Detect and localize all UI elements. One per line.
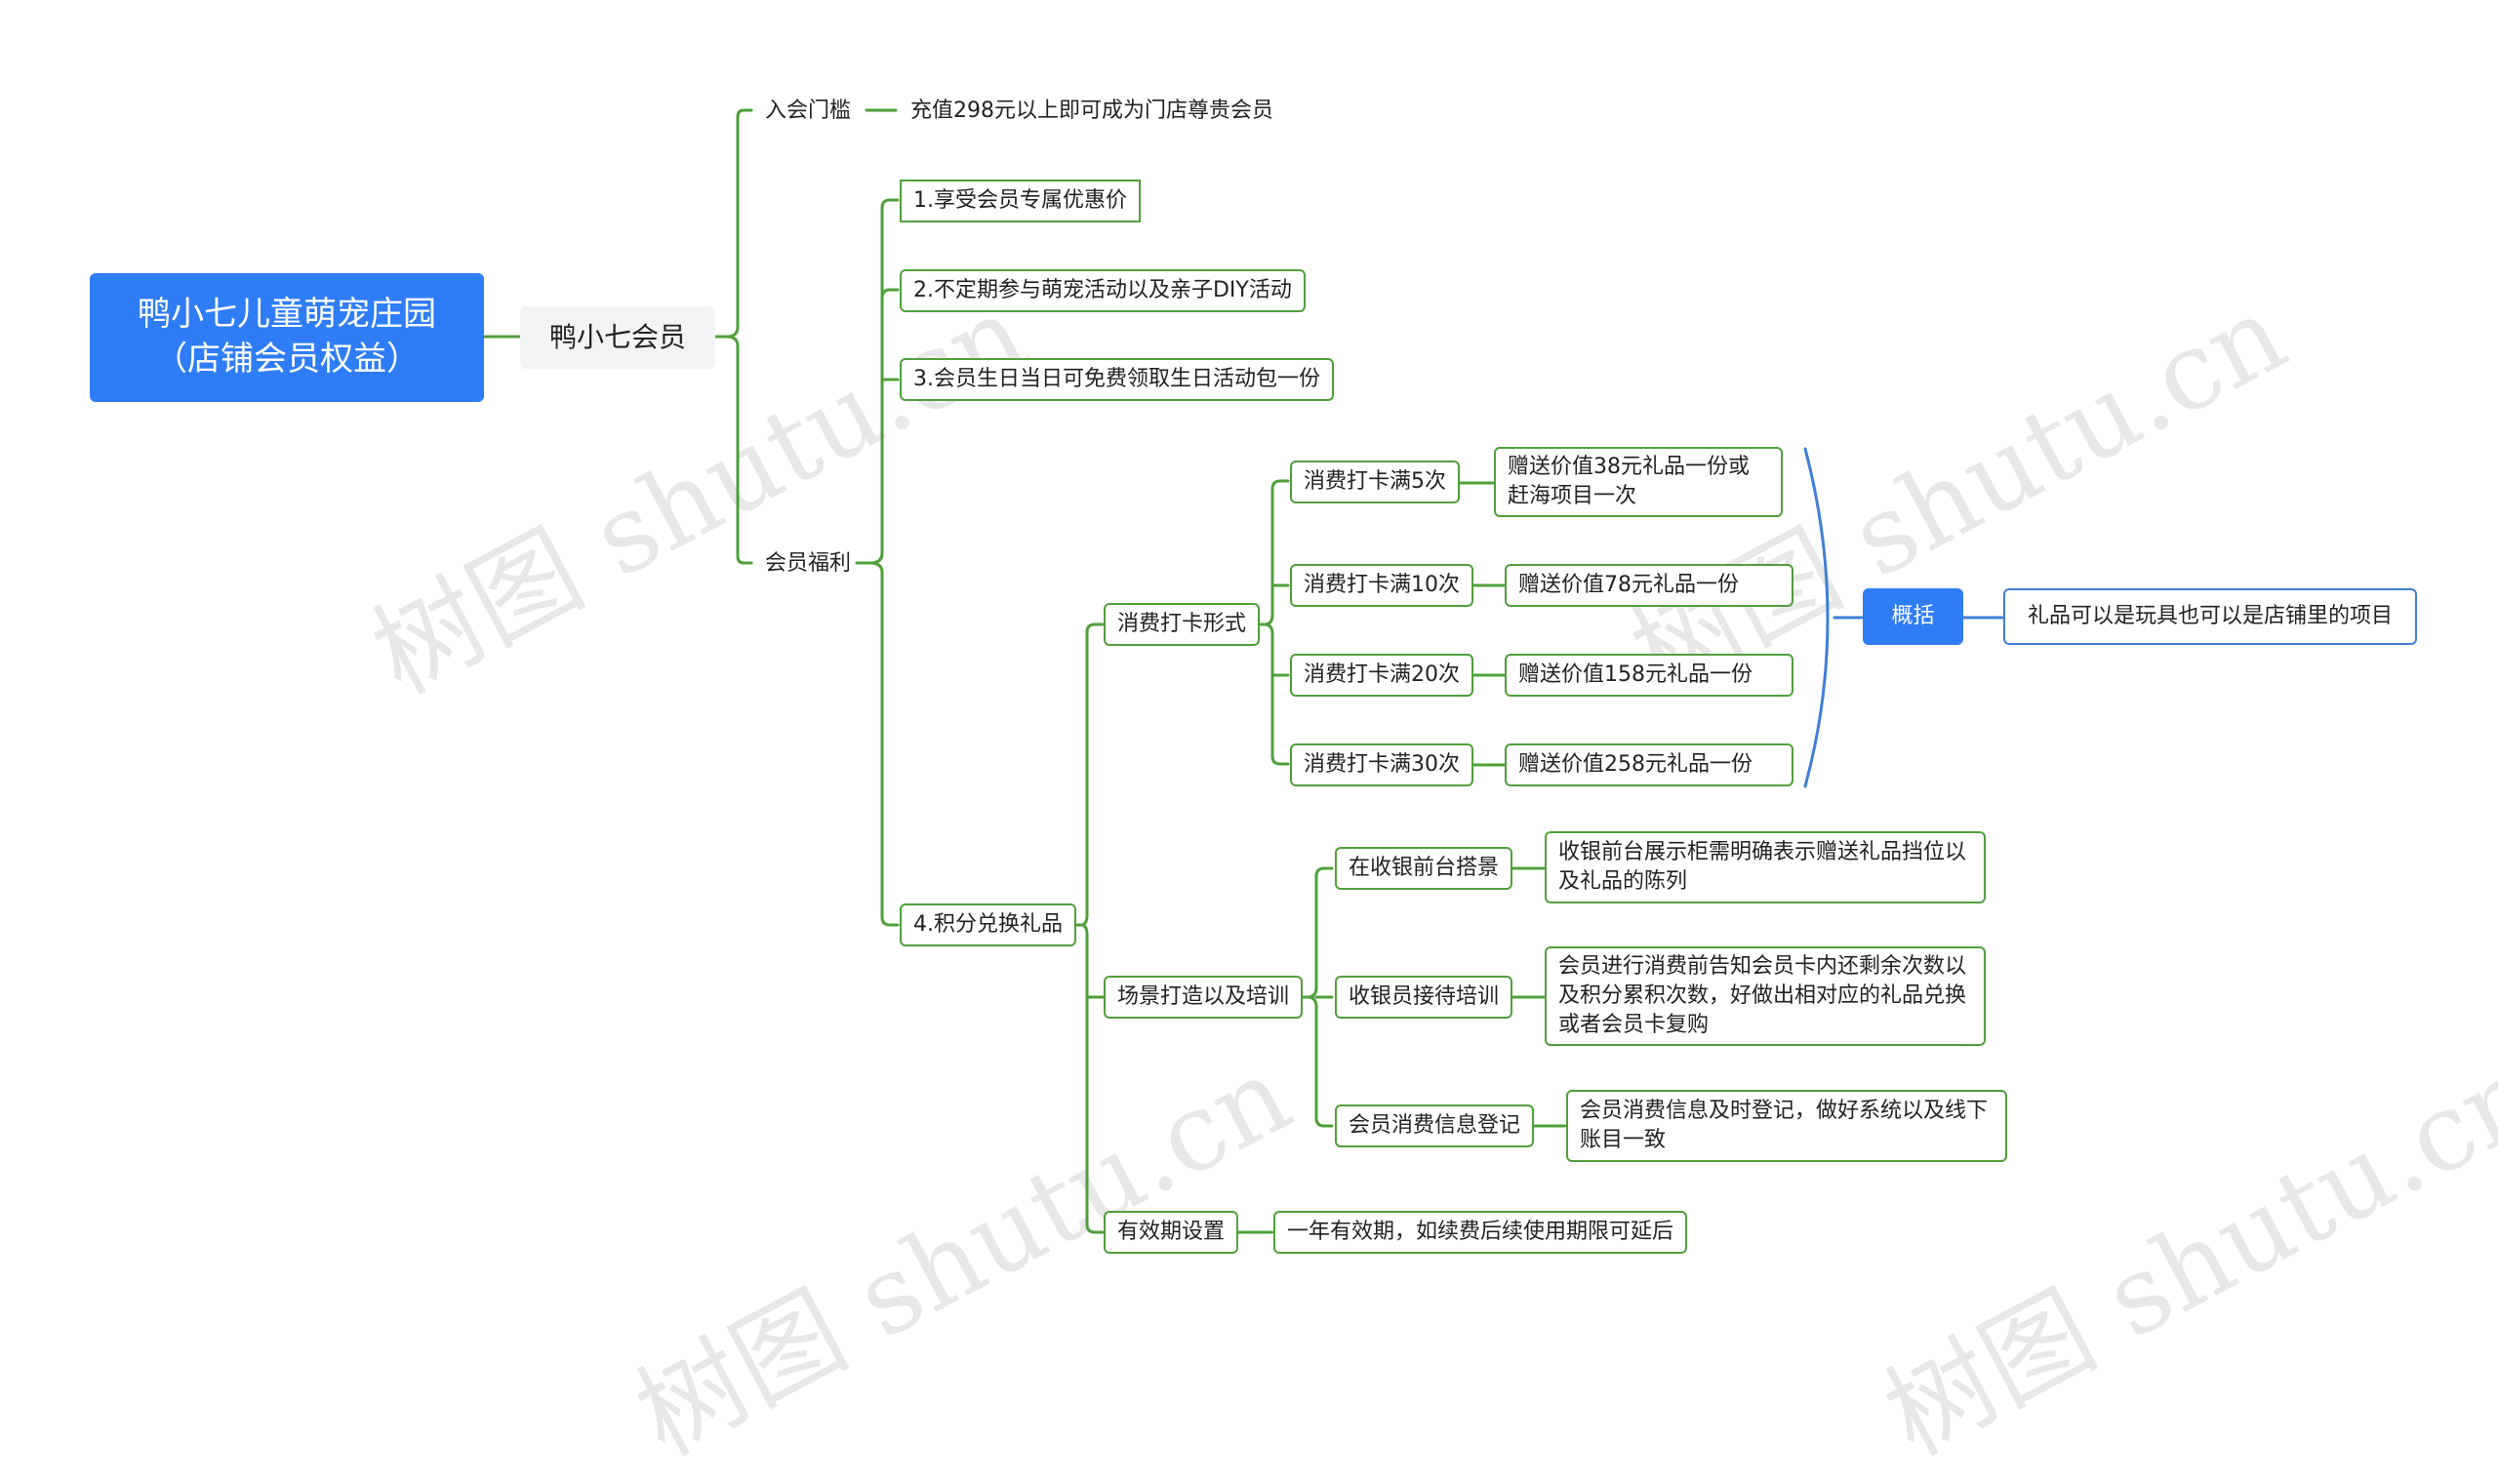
- tier-reward[interactable]: 赠送价值258元礼品一份: [1505, 743, 1793, 786]
- scene-detail[interactable]: 会员进行消费前告知会员卡内还剩余次数以及积分累积次数，好做出相对应的礼品兑换或者…: [1545, 946, 1986, 1046]
- checkin-tier[interactable]: 消费打卡满10次: [1290, 564, 1473, 607]
- benefit-item-points[interactable]: 4.积分兑换礼品: [900, 903, 1076, 946]
- tier-reward[interactable]: 赠送价值158元礼品一份: [1505, 654, 1793, 697]
- tier-reward[interactable]: 赠送价值38元礼品一份或赶海项目一次: [1494, 447, 1783, 517]
- validity-setting[interactable]: 有效期设置: [1104, 1211, 1239, 1254]
- connector-lines: [483, 108, 2004, 1234]
- scene-item[interactable]: 会员消费信息登记: [1335, 1104, 1535, 1147]
- scene-training[interactable]: 场景打造以及培训: [1104, 976, 1304, 1019]
- summary-label[interactable]: 概括: [1863, 588, 1963, 645]
- main-topic[interactable]: 鸭小七会员: [520, 306, 715, 369]
- root-topic[interactable]: 鸭小七儿童萌宠庄园 （店铺会员权益）: [90, 273, 484, 402]
- benefits-label[interactable]: 会员福利: [765, 548, 851, 580]
- benefit-item[interactable]: 1.享受会员专属优惠价: [900, 180, 1141, 222]
- summary-text[interactable]: 礼品可以是玩具也可以是店铺里的项目: [2003, 588, 2417, 645]
- mind-map-canvas: 树图 shutu.cn 树图 shutu.cn 树图 shutu.cn 树图 s…: [0, 0, 2498, 1479]
- watermark: 树图 shutu.cn: [1866, 1031, 2498, 1479]
- checkin-tier[interactable]: 消费打卡满5次: [1290, 461, 1460, 503]
- tier-reward[interactable]: 赠送价值78元礼品一份: [1505, 564, 1793, 607]
- scene-item[interactable]: 收银员接待培训: [1335, 976, 1513, 1019]
- validity-detail[interactable]: 一年有效期，如续费后续使用期限可延后: [1273, 1211, 1688, 1254]
- root-title-line2: （店铺会员权益）: [154, 340, 420, 379]
- scene-item[interactable]: 在收银前台搭景: [1335, 847, 1513, 890]
- benefit-item[interactable]: 3.会员生日当日可免费领取生日活动包一份: [900, 358, 1334, 401]
- threshold-value[interactable]: 充值298元以上即可成为门店尊贵会员: [910, 96, 1273, 127]
- scene-detail[interactable]: 会员消费信息及时登记，做好系统以及线下账目一致: [1566, 1090, 2007, 1162]
- checkin-form[interactable]: 消费打卡形式: [1104, 603, 1261, 646]
- checkin-tier[interactable]: 消费打卡满20次: [1290, 654, 1473, 697]
- benefit-item[interactable]: 2.不定期参与萌宠活动以及亲子DIY活动: [900, 269, 1306, 312]
- root-title-line1: 鸭小七儿童萌宠庄园: [138, 295, 436, 335]
- threshold-label[interactable]: 入会门槛: [765, 96, 851, 127]
- checkin-tier[interactable]: 消费打卡满30次: [1290, 743, 1473, 786]
- scene-detail[interactable]: 收银前台展示柜需明确表示赠送礼品挡位以及礼品的陈列: [1545, 831, 1986, 903]
